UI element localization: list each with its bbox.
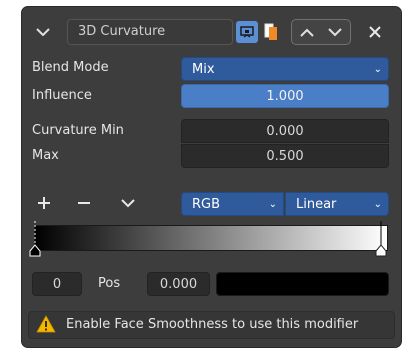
max-field[interactable]: 0.500 <box>181 144 389 168</box>
pos-field[interactable]: 0.000 <box>147 272 210 296</box>
chevron-down-icon: ⌄ <box>373 199 382 210</box>
curvature-min-label: Curvature Min <box>32 123 124 138</box>
close-icon[interactable] <box>364 21 386 43</box>
influence-slider[interactable]: 1.000 <box>181 84 389 108</box>
stop-color-swatch[interactable] <box>216 272 389 296</box>
influence-label: Influence <box>32 88 92 103</box>
copy-icon[interactable] <box>260 21 282 43</box>
interpolation-value: Linear <box>296 197 337 212</box>
blend-mode-value: Mix <box>192 62 215 77</box>
warning-text: Enable Face Smoothness to use this modif… <box>66 317 359 332</box>
chevron-down-icon: ⌄ <box>268 199 277 210</box>
stop-index-field[interactable]: 0 <box>32 272 82 296</box>
max-label: Max <box>32 148 59 163</box>
remove-stop-icon[interactable] <box>74 193 94 213</box>
modifier-panel: 3D Curvature Blend Mode Mix ⌄ Influence … <box>21 6 402 348</box>
pos-label: Pos <box>98 276 121 291</box>
curvature-min-field[interactable]: 0.000 <box>181 119 389 143</box>
move-up-down-buttons[interactable] <box>291 19 351 45</box>
color-mode-dropdown[interactable]: RGB ⌄ <box>181 192 284 216</box>
color-ramp-gradient[interactable] <box>34 225 388 251</box>
chevron-down-icon: ⌄ <box>373 64 382 75</box>
blend-mode-label: Blend Mode <box>32 60 109 75</box>
move-up-icon[interactable] <box>293 28 321 37</box>
interpolation-dropdown[interactable]: Linear ⌄ <box>285 192 389 216</box>
color-mode-value: RGB <box>192 197 221 212</box>
warning-icon <box>36 315 56 333</box>
move-down-icon[interactable] <box>321 27 349 37</box>
modifier-name-field[interactable]: 3D Curvature <box>67 19 233 45</box>
collapse-chevron-icon[interactable] <box>32 21 54 43</box>
ramp-stop-white[interactable] <box>375 221 387 257</box>
blend-mode-dropdown[interactable]: Mix ⌄ <box>181 57 389 81</box>
ramp-menu-chevron-icon[interactable] <box>118 193 138 213</box>
ramp-stop-black[interactable] <box>29 221 41 257</box>
add-stop-icon[interactable] <box>34 193 54 213</box>
camera-toggle-icon[interactable] <box>236 21 258 43</box>
